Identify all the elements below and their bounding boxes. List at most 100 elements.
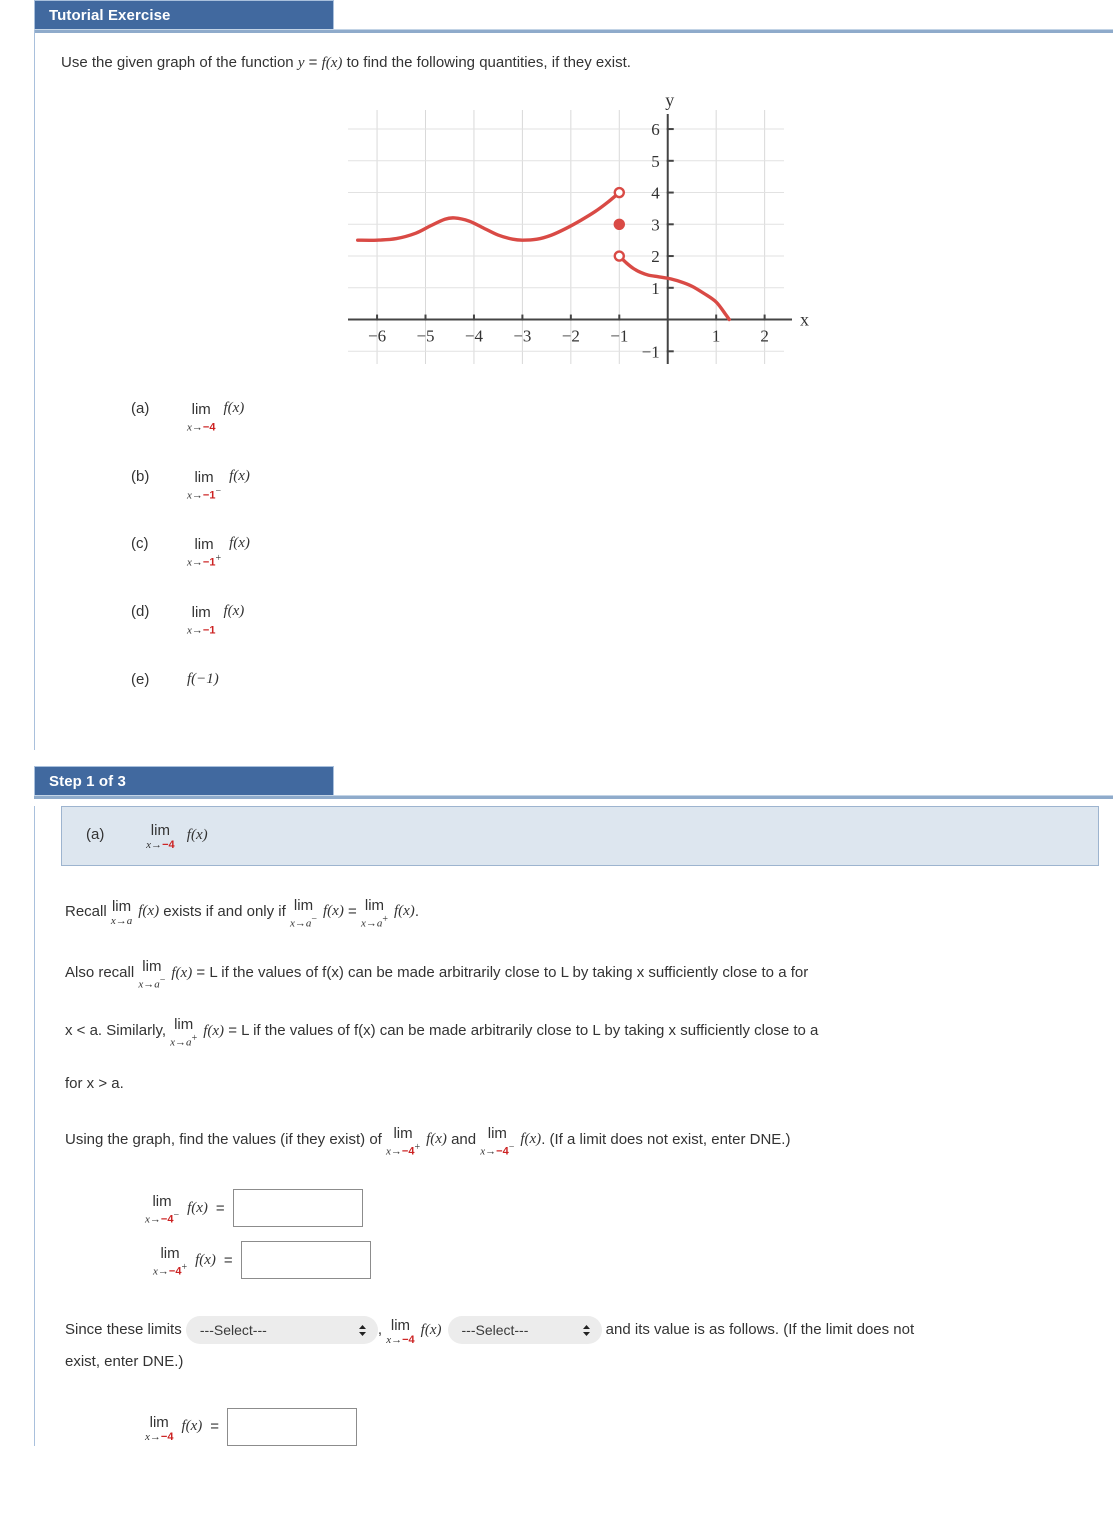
- using-graph-paragraph: Using the graph, find the values (if the…: [65, 1124, 1113, 1158]
- also-recall-line-2: x < a. Similarly, lim x→a+ f(x) = L if the…: [65, 1015, 1113, 1048]
- also-recall-post-2: = L if the values of f(x) can be made ar…: [224, 1021, 819, 1039]
- answer-lim-right-sub-val: −4: [168, 1266, 182, 1279]
- recall-fx-2: f(x): [323, 903, 344, 920]
- answer-input-right-limit[interactable]: [240, 1241, 371, 1280]
- open-point-marker: [613, 250, 625, 262]
- y-tick-label: 6: [651, 120, 660, 139]
- final-lim-sub-val: −4: [160, 1430, 174, 1443]
- step-1-body: (a) lim x→−4 f(x) Recall lim x→a f(x) exis…: [34, 805, 1113, 1446]
- question-tag-a: (a): [131, 400, 150, 417]
- using-fx-1: f(x): [426, 1131, 447, 1148]
- lim-sub-var-b: x→: [187, 489, 203, 502]
- tutorial-exercise-header: Tutorial Exercise: [0, 0, 1113, 33]
- lim-sub-val-c: −1: [202, 556, 216, 569]
- prompt-pre-text: Use the given graph of the function: [61, 54, 298, 71]
- using-lim-2: lim x→−4−: [480, 1126, 514, 1158]
- chevron-updown-icon-2: [581, 1323, 592, 1338]
- chevron-updown-icon: [357, 1323, 368, 1338]
- prompt-post-text: to find the following quantities, if the…: [342, 54, 631, 71]
- answer-lim-right-sign: +: [181, 1262, 188, 1274]
- recall-lim-3: lim x→a+: [361, 898, 388, 930]
- filled-point-marker: [613, 218, 625, 231]
- using-post: . (If a limit does not exist, enter DNE.…: [541, 1130, 791, 1148]
- recall-lim-3-op: lim: [364, 896, 385, 914]
- since-pre: Since these limits: [65, 1321, 186, 1339]
- recall-lim-3-sub-var: x→a: [360, 917, 383, 930]
- select-limits-equal[interactable]: ---Select---: [185, 1316, 378, 1345]
- answer-fx-right: f(x): [195, 1251, 216, 1268]
- curve-left-branch: [355, 190, 621, 242]
- highlight-lim-sub-val: −4: [162, 838, 175, 851]
- x-tick-label: −4: [465, 327, 484, 346]
- select-limit-exists-label: ---Select---: [461, 1322, 529, 1339]
- recall-lim-1: lim x→a: [111, 899, 132, 927]
- tutorial-exercise-section: Tutorial Exercise Use the given graph of…: [0, 0, 1113, 750]
- using-lim-2-sub: x→−4−: [480, 1141, 515, 1158]
- also-recall-fx-2: f(x): [203, 1022, 225, 1039]
- recall-fx-3: f(x): [393, 903, 415, 920]
- answer-equals-left: =: [215, 1199, 225, 1217]
- question-tag-b: (b): [131, 467, 150, 485]
- recall-pre: Recall: [65, 902, 111, 920]
- question-tag-c: (c): [131, 535, 149, 553]
- x-tick-label: 2: [760, 327, 769, 346]
- using-fx-2: f(x): [520, 1131, 542, 1148]
- since-post: and its value is as follows. (If the lim…: [601, 1321, 915, 1339]
- answer-lim-left-sub: x→−4−: [145, 1211, 179, 1226]
- select-limit-exists[interactable]: ---Select---: [447, 1316, 602, 1345]
- also-recall-fx-1: f(x): [171, 965, 193, 982]
- recall-lim-2-sub-var: x→a: [289, 917, 312, 930]
- y-tick-label: −1: [642, 342, 660, 361]
- lim-sub-var-a: x→: [187, 421, 203, 434]
- also-recall-lim-2-sign: +: [191, 1032, 198, 1044]
- lim-sub-val-d: −1: [202, 624, 216, 637]
- since-lim-sub-var: x→: [386, 1334, 403, 1347]
- lim-sub-val-b: −1: [202, 489, 216, 502]
- answer-lim-left-sign: −: [173, 1210, 180, 1222]
- x-tick-label: −6: [368, 327, 386, 346]
- answer-inputs-group: lim x→−4− f(x) = lim x→−4+ f(x) =: [35, 1189, 1113, 1280]
- limit-operator-b: lim x→−1−: [187, 470, 221, 502]
- recall-lim-1-sub: x→a: [110, 915, 133, 928]
- since-comma: ,: [377, 1321, 383, 1339]
- highlight-function-expr: f(x): [186, 826, 208, 843]
- recall-lim-3-sign: +: [382, 913, 388, 925]
- final-lim-sub: x→−4: [145, 1430, 174, 1443]
- answer-lim-left-sub-var: x→: [145, 1214, 161, 1227]
- lim-subscript-b: x→−1−: [187, 486, 221, 502]
- y-tick-label: 4: [651, 184, 660, 203]
- step-1-rule: [34, 794, 1113, 799]
- exercise-prompt: Use the given graph of the function y = …: [35, 30, 1113, 72]
- answer-input-left-limit[interactable]: [232, 1189, 363, 1228]
- function-expr-e: f(−1): [187, 670, 219, 687]
- using-lim-1-op: lim: [393, 1124, 413, 1142]
- using-lim-2-sign: −: [508, 1141, 515, 1153]
- question-item-b: (b) lim x→−1− f(x): [35, 467, 1113, 502]
- lim-subscript-d: x→−1: [187, 622, 215, 637]
- question-item-e: (e) f(−1): [35, 671, 1113, 688]
- recall-lim-2-sign: −: [311, 913, 318, 925]
- answer-lim-left: lim x→−4−: [145, 1194, 179, 1226]
- function-graph-container: −6 −5 −4 −3 −2 −1 1 2 −1 1 2 3 4 5 6 x y: [35, 72, 1113, 382]
- answer-lim-right-sub: x→−4+: [153, 1263, 187, 1278]
- final-equals: =: [210, 1418, 220, 1436]
- question-item-c: (c) lim x→−1+ f(x): [35, 535, 1113, 569]
- recall-paragraph: Recall lim x→a f(x) exists if and only if …: [65, 896, 1113, 930]
- answer-lim-right: lim x→−4+: [153, 1246, 187, 1278]
- tutorial-exercise-title: Tutorial Exercise: [34, 0, 334, 30]
- highlight-lim-sub-var: x→: [146, 838, 163, 851]
- using-lim-2-op: lim: [487, 1124, 507, 1142]
- function-expr-c: f(x): [229, 535, 250, 552]
- answer-input-final-limit[interactable]: [227, 1407, 358, 1446]
- step-1-section: Step 1 of 3 (a) lim x→−4 f(x) Recall lim…: [0, 765, 1113, 1446]
- limit-operator-c: lim x→−1+: [187, 537, 221, 569]
- since-lim-op: lim: [390, 1317, 411, 1335]
- lim-sub-var-d: x→: [187, 624, 203, 637]
- answer-lim-left-op: lim: [152, 1193, 172, 1211]
- select-limits-equal-label: ---Select---: [199, 1322, 267, 1339]
- lim-subscript-c: x→−1+: [187, 554, 221, 569]
- limit-operator-a: lim x→−4: [187, 402, 215, 434]
- recall-post: .: [414, 902, 419, 920]
- also-recall-lim-1-op: lim: [142, 958, 162, 976]
- using-lim-1: lim x→−4+: [386, 1126, 420, 1158]
